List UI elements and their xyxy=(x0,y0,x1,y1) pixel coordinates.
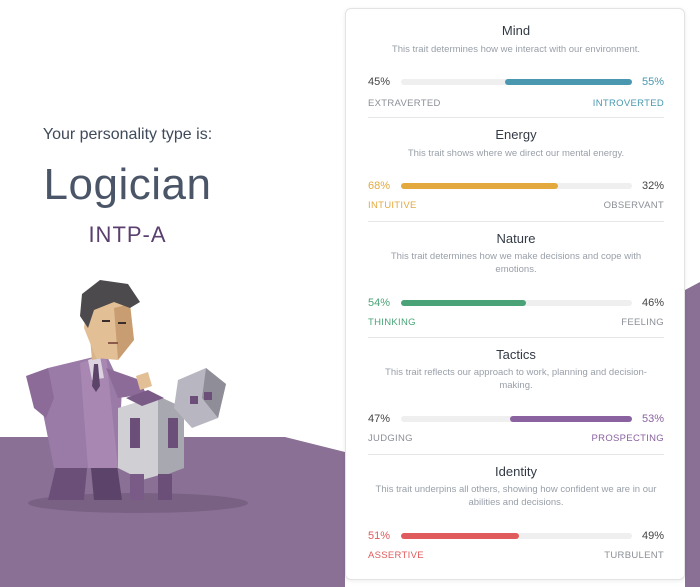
trait-bar-fill xyxy=(401,183,558,189)
trait-right-label: PROSPECTING xyxy=(591,433,664,444)
trait-left-label: INTUITIVE xyxy=(368,200,417,211)
trait-title: Tactics xyxy=(496,347,536,362)
trait-left-percent: 51% xyxy=(368,530,391,542)
trait-right-percent: 55% xyxy=(641,76,664,88)
trait-left-label: EXTRAVERTED xyxy=(368,98,441,109)
traits-card: Mind This trait determines how we intera… xyxy=(345,8,685,580)
trait-left-percent: 45% xyxy=(368,76,391,88)
trait-bar-fill xyxy=(401,533,519,539)
trait-description: This trait underpins all others, showing… xyxy=(375,484,657,508)
trait-left-percent: 47% xyxy=(368,413,391,425)
trait-left-percent: 54% xyxy=(368,297,391,309)
trait-description: This trait shows where we direct our men… xyxy=(407,148,625,159)
trait-left-label: JUDGING xyxy=(368,433,413,444)
trait-divider xyxy=(368,454,664,455)
trait-labels: THINKING FEELING xyxy=(368,317,664,329)
trait-right-label: OBSERVANT xyxy=(603,200,664,211)
trait-bar-track xyxy=(401,79,632,85)
trait-bar-fill xyxy=(505,79,632,85)
trait-labels: ASSERTIVE TURBULENT xyxy=(368,550,664,562)
trait-bar-track xyxy=(401,183,632,189)
trait-bar-row: 51% 49% xyxy=(368,529,664,543)
trait-bar-track xyxy=(401,416,632,422)
trait-description: This trait reflects our approach to work… xyxy=(385,367,647,391)
trait-left-percent: 68% xyxy=(368,180,391,192)
trait-right-percent: 46% xyxy=(641,297,664,309)
trait-description: This trait determines how we interact wi… xyxy=(391,44,641,55)
trait-right-label: FEELING xyxy=(621,317,664,328)
logician-illustration xyxy=(26,280,248,513)
trait-description: This trait determines how we make decisi… xyxy=(390,251,642,275)
intro-text: Your personality type is: xyxy=(42,126,213,143)
trait-divider xyxy=(368,337,664,338)
trait-right-percent: 49% xyxy=(641,530,664,542)
trait-labels: INTUITIVE OBSERVANT xyxy=(368,200,664,212)
trait-divider xyxy=(368,221,664,222)
personality-type-code: INTP-A xyxy=(88,222,167,247)
trait-bar-track xyxy=(401,533,632,539)
trait-bar-row: 47% 53% xyxy=(368,412,664,426)
trait-bar-row: 68% 32% xyxy=(368,179,664,193)
trait-bar-row: 45% 55% xyxy=(368,75,664,89)
trait-bar-fill xyxy=(401,300,526,306)
trait-title: Nature xyxy=(496,231,536,246)
trait-title: Energy xyxy=(495,127,537,142)
result-panel: Your personality type is: Logician INTP-… xyxy=(0,0,345,587)
personality-type-name: Logician xyxy=(43,160,212,209)
trait-right-percent: 53% xyxy=(641,413,664,425)
trait-right-label: TURBULENT xyxy=(604,550,664,561)
trait-left-label: ASSERTIVE xyxy=(368,550,424,561)
trait-right-percent: 32% xyxy=(641,180,664,192)
trait-title: Mind xyxy=(501,23,531,38)
trait-labels: EXTRAVERTED INTROVERTED xyxy=(368,98,664,110)
trait-left-label: THINKING xyxy=(368,317,416,328)
trait-right-label: INTROVERTED xyxy=(592,98,664,109)
trait-labels: JUDGING PROSPECTING xyxy=(368,433,664,445)
trait-title: Identity xyxy=(495,464,537,479)
trait-bar-track xyxy=(401,300,632,306)
trait-bar-row: 54% 46% xyxy=(368,296,664,310)
trait-bar-fill xyxy=(510,416,632,422)
trait-divider xyxy=(368,117,664,118)
